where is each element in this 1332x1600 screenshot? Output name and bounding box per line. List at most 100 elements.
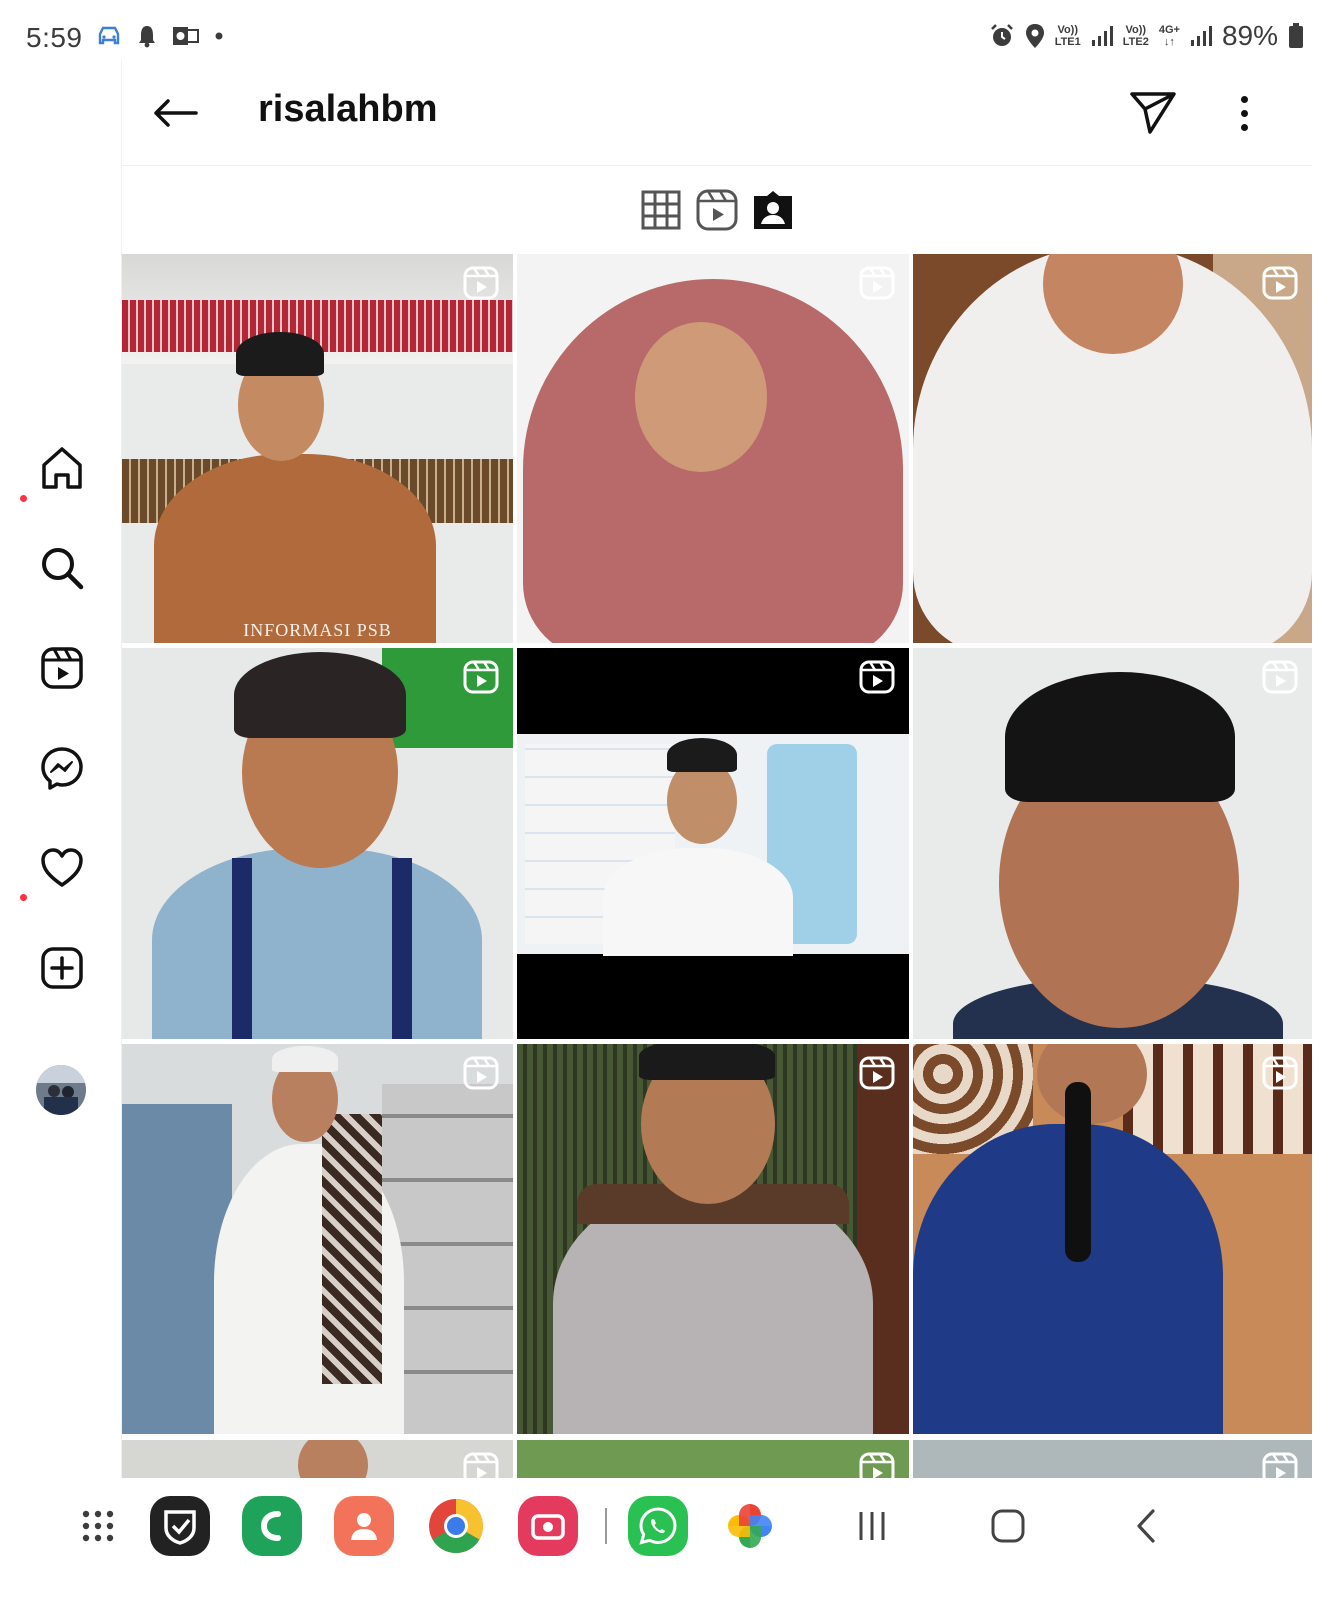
post-1-caption: INFORMASI PSB [243,620,392,640]
app-drawer-button[interactable] [68,1496,128,1556]
data-type-bottom: ↓↑ [1163,36,1175,48]
post-9-microphone [1065,1082,1091,1262]
nav-home[interactable] [38,444,86,492]
post-4-stripe-right [392,858,412,1039]
signal-icon [1091,26,1113,46]
shield-app[interactable] [150,1496,210,1556]
post-4-person-cap [234,652,406,738]
nav-search[interactable] [38,544,86,592]
phone-app[interactable] [242,1496,302,1556]
grid-post-11[interactable] [517,1440,909,1478]
post-4-stripe-left [232,858,252,1039]
shield-app-icon [164,1510,196,1545]
data-type-top: 4G+ [1158,24,1180,36]
whatsapp-app[interactable] [628,1496,688,1556]
whatsapp-icon [639,1507,677,1545]
back-key[interactable] [1126,1506,1166,1546]
post-4-person-body [152,848,482,1039]
post-2-face [635,322,767,472]
battery-percent: 89% [1221,20,1278,51]
camera-icon [531,1514,565,1540]
tab-grid[interactable] [638,187,684,233]
post-7-person-cap [272,1046,338,1072]
profile-username: risalahbm [258,88,438,130]
status-time: 5:59 [26,22,83,53]
recents-icon [859,1512,885,1540]
activity-notification-dot [20,894,27,901]
grid-post-7[interactable] [122,1044,513,1434]
reel-icon [463,1056,499,1090]
grid-post-9[interactable] [913,1044,1312,1434]
post-5-person-cap [667,738,737,772]
nav-reels[interactable] [38,644,86,692]
back-button[interactable] [150,90,200,136]
reel-icon [463,660,499,694]
profile-avatar[interactable] [36,1065,86,1115]
recents-key[interactable] [852,1506,892,1546]
messenger-icon [41,747,83,790]
post-8-hair [639,1044,775,1080]
back-key-icon [1137,1509,1155,1543]
car-icon [98,26,120,45]
app-drawer-icon [82,1510,114,1542]
sim1-top: Vo)) [1057,24,1079,36]
post-10-person-head [298,1440,368,1478]
create-icon [41,947,83,989]
reel-icon [1262,266,1298,300]
reel-icon [1262,1056,1298,1090]
grid-post-5[interactable] [517,648,909,1039]
grid-post-3[interactable] [913,254,1312,643]
grid-post-2[interactable] [517,254,909,643]
chrome-app[interactable] [426,1496,486,1556]
home-key-icon [991,1509,1025,1543]
grid-post-10[interactable] [122,1440,513,1478]
home-key[interactable] [986,1506,1030,1546]
tab-reels[interactable] [694,187,740,233]
alarm-icon [990,24,1013,46]
dot-icon [215,32,223,40]
sim1-label: Vo)) LTE1 [1055,24,1081,48]
avatar-image [36,1065,86,1115]
taskbar-dock [0,1478,1332,1600]
grid-post-6[interactable] [913,648,1312,1039]
google-photos-icon [728,1504,772,1548]
more-options-button[interactable] [1226,90,1262,136]
grid-post-4[interactable] [122,648,513,1039]
post-6-person-cap [1005,672,1235,802]
sim2-label: Vo)) LTE2 [1123,24,1149,48]
reel-icon [859,660,895,694]
post-5-person-body [603,848,793,956]
tab-tagged[interactable] [750,187,796,233]
nav-create[interactable] [38,944,86,992]
grid-post-12[interactable] [913,1440,1312,1478]
status-right-icons: Vo)) LTE1 Vo)) LTE2 4G+ ↓↑ 89% [989,20,1304,52]
chrome-icon [429,1499,484,1554]
arrow-left-icon [154,99,198,127]
reel-icon [463,1452,499,1478]
screen-recorder-app[interactable] [518,1496,578,1556]
grid-icon [641,190,681,230]
sim2-top: Vo)) [1125,24,1147,36]
share-button[interactable] [1128,86,1180,138]
nav-messenger[interactable] [38,744,86,792]
reel-icon [859,1056,895,1090]
reel-icon [463,266,499,300]
sim2-bottom: LTE2 [1122,36,1149,48]
data-type-label: 4G+ ↓↑ [1159,24,1180,48]
search-icon [42,548,84,590]
post-1-person-cap [236,332,324,376]
notification-bell-icon [139,26,155,48]
reel-icon [859,1452,895,1478]
grid-post-8[interactable] [517,1044,909,1434]
phone-green-icon [260,1511,281,1541]
contacts-icon [351,1513,377,1540]
google-photos-app[interactable] [720,1496,780,1556]
contacts-app[interactable] [334,1496,394,1556]
nav-activity[interactable] [38,844,86,892]
sim1-bottom: LTE1 [1054,36,1081,48]
dock-separator [605,1508,607,1544]
nav-rail [0,60,122,1510]
grid-post-1[interactable]: INFORMASI PSB [122,254,513,643]
outlook-icon [173,27,199,45]
reels-icon [41,647,83,689]
